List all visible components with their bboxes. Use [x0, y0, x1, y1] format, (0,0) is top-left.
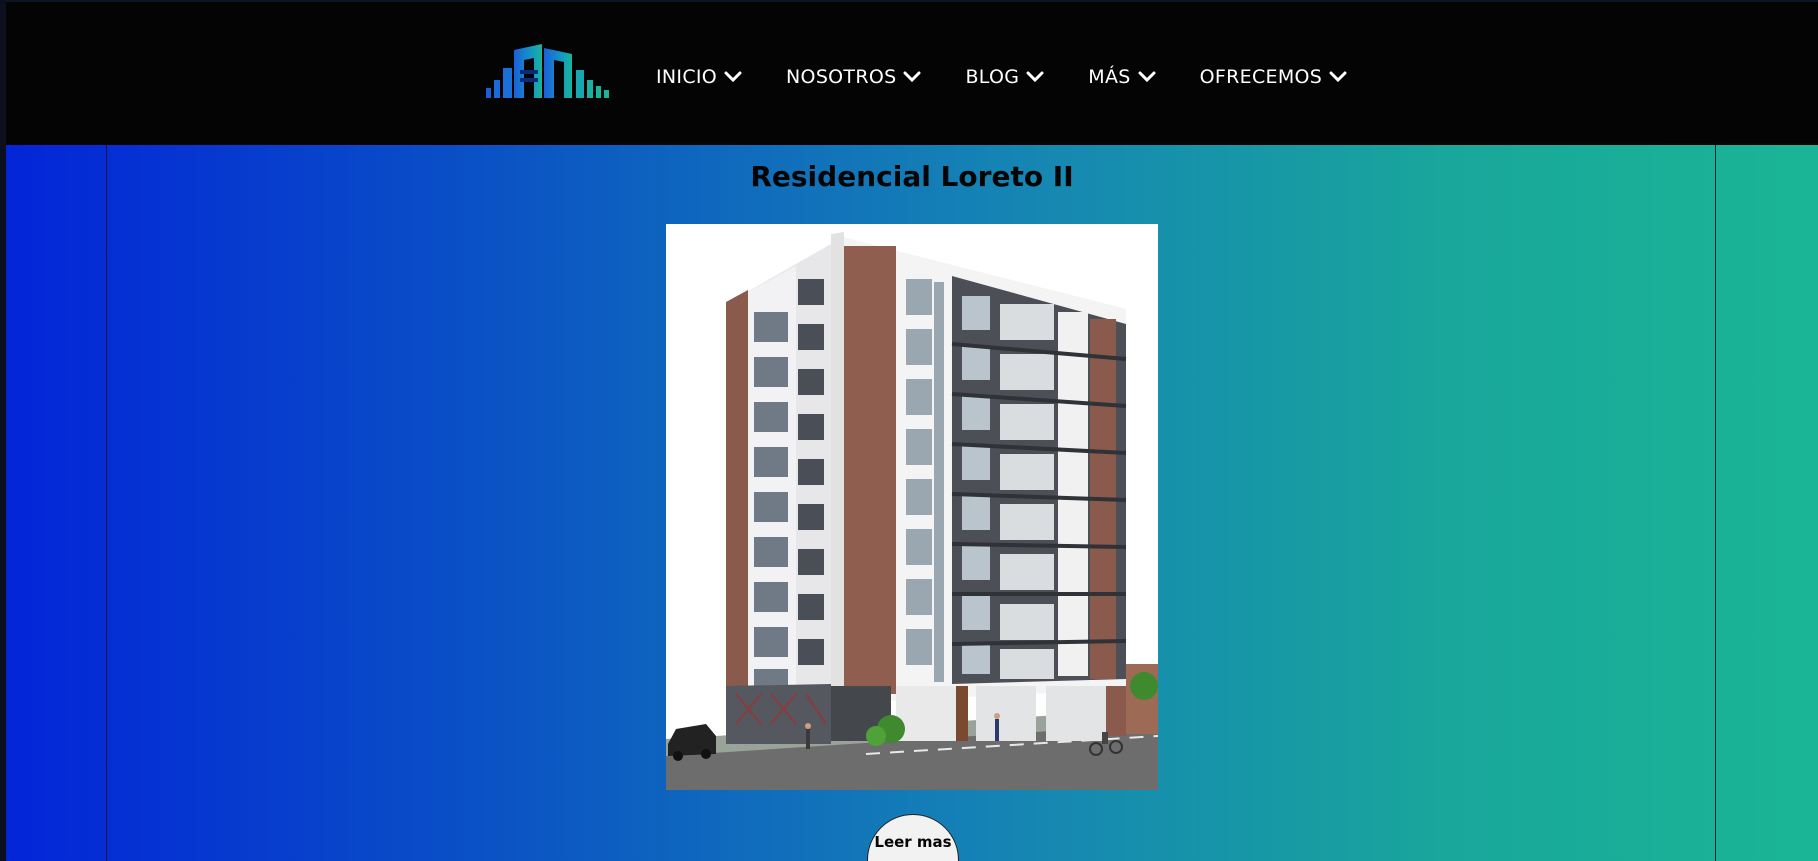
nav-item-ofrecemos[interactable]: OFRECEMOS	[1200, 66, 1347, 88]
main-content: Residencial Loreto II Leer mas	[6, 145, 1818, 861]
nav-item-label: NOSOTROS	[786, 66, 897, 88]
chevron-down-icon	[1138, 71, 1156, 83]
nav-item-label: OFRECEMOS	[1199, 66, 1323, 88]
chevron-down-icon	[724, 71, 742, 83]
building-logo-icon[interactable]	[484, 40, 612, 102]
chevron-down-icon	[1026, 71, 1044, 83]
nav-item-label: INICIO	[656, 66, 718, 88]
building-photo[interactable]	[666, 224, 1158, 790]
nav-item-mas[interactable]: MÁS	[1088, 66, 1156, 88]
chevron-down-icon	[1329, 71, 1347, 83]
nav-item-nosotros[interactable]: NOSOTROS	[786, 66, 921, 88]
column-divider	[1715, 145, 1716, 861]
site-header: INICIO NOSOTROS BLOG MÁS OFRECEMOS	[6, 0, 1818, 145]
column-divider	[106, 145, 107, 861]
nav-item-blog[interactable]: BLOG	[965, 66, 1044, 88]
nav-item-inicio[interactable]: INICIO	[656, 66, 742, 88]
nav-item-label: MÁS	[1088, 66, 1131, 88]
nav-item-label: BLOG	[965, 66, 1020, 88]
main-nav: INICIO NOSOTROS BLOG MÁS OFRECEMOS	[656, 62, 1391, 92]
project-title: Residencial Loreto II	[750, 160, 1074, 193]
read-more-button[interactable]: Leer mas	[867, 814, 959, 861]
chevron-down-icon	[903, 71, 921, 83]
